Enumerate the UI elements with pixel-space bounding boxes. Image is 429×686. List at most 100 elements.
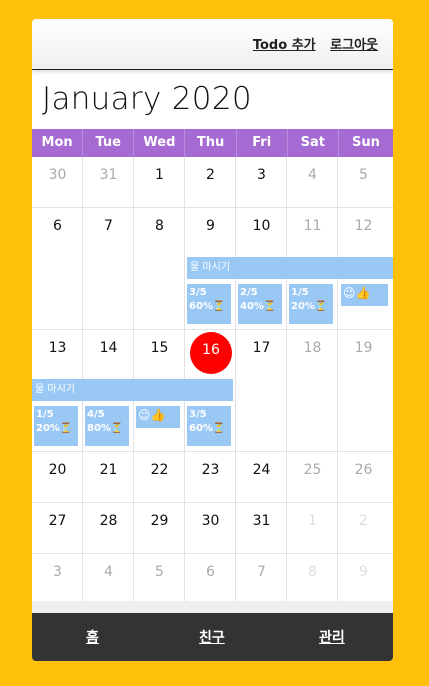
day-cell[interactable]: 2 xyxy=(185,157,236,207)
day-cell[interactable]: 31 xyxy=(236,503,287,553)
day-number: 12 xyxy=(354,218,373,234)
day-number: 24 xyxy=(252,462,271,478)
weeks: 30 31 1 2 3 4 5 6 7 8 9 10 11 12 물 마시기 3… xyxy=(32,157,393,604)
day-cell[interactable]: 9 xyxy=(338,554,389,604)
day-cell[interactable]: 18 xyxy=(287,330,338,451)
bottom-nav: 홈 친구 관리 xyxy=(32,613,393,661)
day-number: 4 xyxy=(104,564,113,580)
day-cell[interactable]: 8 xyxy=(134,208,185,329)
day-cell[interactable]: 6 xyxy=(32,208,83,329)
day-cell[interactable]: 7 xyxy=(236,554,287,604)
day-cell[interactable]: 26 xyxy=(338,452,389,502)
week-row: 13 14 15 16 17 18 19 물 마시기 1/5 20%⏳ 4/5 … xyxy=(32,330,393,452)
day-number: 25 xyxy=(303,462,322,478)
day-number: 21 xyxy=(99,462,118,478)
day-cell[interactable]: 4 xyxy=(83,554,134,604)
nav-home[interactable]: 홈 xyxy=(86,627,99,647)
day-number: 3 xyxy=(53,564,62,580)
week-row: 6 7 8 9 10 11 12 물 마시기 3/5 60%⏳ 2/5 40%⏳… xyxy=(32,208,393,330)
week-row: 3 4 5 6 7 8 9 xyxy=(32,554,393,604)
day-number: 20 xyxy=(48,462,67,478)
day-cell[interactable]: 21 xyxy=(83,452,134,502)
day-cell[interactable]: 28 xyxy=(83,503,134,553)
calendar-title: January 2020 xyxy=(42,81,252,117)
day-number: 19 xyxy=(354,340,373,356)
day-number: 8 xyxy=(308,564,317,580)
day-number: 5 xyxy=(359,167,368,183)
nav-friends[interactable]: 친구 xyxy=(199,627,225,647)
day-cell[interactable]: 23 xyxy=(185,452,236,502)
calendar: Mon Tue Wed Thu Fri Sat Sun 30 31 1 2 3 … xyxy=(32,129,393,604)
day-cell[interactable]: 3 xyxy=(32,554,83,604)
weekday-thu: Thu xyxy=(185,129,237,157)
add-todo-link[interactable]: Todo 추가 xyxy=(253,38,316,53)
day-cell[interactable]: 31 xyxy=(83,157,134,207)
day-cell[interactable]: 1 xyxy=(287,503,338,553)
day-number: 9 xyxy=(206,218,215,234)
day-cell[interactable]: 30 xyxy=(32,157,83,207)
day-number: 7 xyxy=(257,564,266,580)
today-marker: 16 xyxy=(190,332,232,374)
day-number: 31 xyxy=(99,167,118,183)
day-number: 6 xyxy=(53,218,62,234)
event-chip[interactable]: 1/5 20%⏳ xyxy=(289,284,333,324)
top-links: Todo 추가 로그아웃 xyxy=(243,34,378,53)
week-row: 30 31 1 2 3 4 5 xyxy=(32,157,393,208)
event-chip[interactable]: 3/5 60%⏳ xyxy=(187,406,231,446)
day-number: 22 xyxy=(150,462,169,478)
day-number: 2 xyxy=(359,513,368,529)
day-number: 14 xyxy=(99,340,118,356)
day-number: 6 xyxy=(206,564,215,580)
day-number: 17 xyxy=(252,340,271,356)
day-number: 30 xyxy=(48,167,67,183)
day-cell[interactable]: 1 xyxy=(134,157,185,207)
weekday-fri: Fri xyxy=(237,129,288,157)
day-number: 27 xyxy=(48,513,67,529)
day-cell[interactable]: 20 xyxy=(32,452,83,502)
event-chip[interactable]: 4/5 80%⏳ xyxy=(85,406,129,446)
event-bar-water[interactable]: 물 마시기 xyxy=(32,379,233,401)
event-chip[interactable]: 2/5 40%⏳ xyxy=(238,284,282,324)
event-chip[interactable]: 😉👍 xyxy=(136,406,180,428)
weekday-tue: Tue xyxy=(83,129,135,157)
day-number: 30 xyxy=(201,513,220,529)
day-cell[interactable]: 30 xyxy=(185,503,236,553)
top-bar: Todo 추가 로그아웃 xyxy=(32,19,393,70)
week-row: 27 28 29 30 31 1 2 xyxy=(32,503,393,554)
nav-manage[interactable]: 관리 xyxy=(319,627,345,647)
day-number: 31 xyxy=(252,513,271,529)
event-chip[interactable]: 3/5 60%⏳ xyxy=(187,284,231,324)
day-cell[interactable]: 22 xyxy=(134,452,185,502)
day-number: 15 xyxy=(150,340,169,356)
logout-link[interactable]: 로그아웃 xyxy=(330,38,378,53)
day-cell[interactable]: 27 xyxy=(32,503,83,553)
day-cell[interactable]: 2 xyxy=(338,503,389,553)
day-cell[interactable]: 6 xyxy=(185,554,236,604)
day-cell[interactable]: 8 xyxy=(287,554,338,604)
day-number: 1 xyxy=(155,167,164,183)
day-number: 4 xyxy=(308,167,317,183)
day-cell[interactable]: 29 xyxy=(134,503,185,553)
day-cell[interactable]: 4 xyxy=(287,157,338,207)
app-window: Todo 추가 로그아웃 January 2020 Mon Tue Wed Th… xyxy=(32,19,393,661)
day-cell[interactable]: 7 xyxy=(83,208,134,329)
week-row: 20 21 22 23 24 25 26 xyxy=(32,452,393,503)
day-cell[interactable]: 3 xyxy=(236,157,287,207)
day-number: 26 xyxy=(354,462,373,478)
event-chip[interactable]: 😉👍 xyxy=(341,284,388,306)
day-cell[interactable]: 25 xyxy=(287,452,338,502)
day-number: 11 xyxy=(303,218,322,234)
day-cell[interactable]: 5 xyxy=(134,554,185,604)
day-cell[interactable]: 24 xyxy=(236,452,287,502)
day-number: 10 xyxy=(252,218,271,234)
day-cell[interactable]: 17 xyxy=(236,330,287,451)
weekday-sat: Sat xyxy=(288,129,339,157)
event-bar-water[interactable]: 물 마시기 xyxy=(187,257,393,279)
day-cell[interactable]: 19 xyxy=(338,330,389,451)
weekday-sun: Sun xyxy=(352,135,380,150)
day-number: 13 xyxy=(48,340,67,356)
day-number: 29 xyxy=(150,513,169,529)
event-chip[interactable]: 1/5 20%⏳ xyxy=(34,406,78,446)
weekday-wed: Wed xyxy=(134,129,186,157)
day-cell[interactable]: 5 xyxy=(338,157,389,207)
